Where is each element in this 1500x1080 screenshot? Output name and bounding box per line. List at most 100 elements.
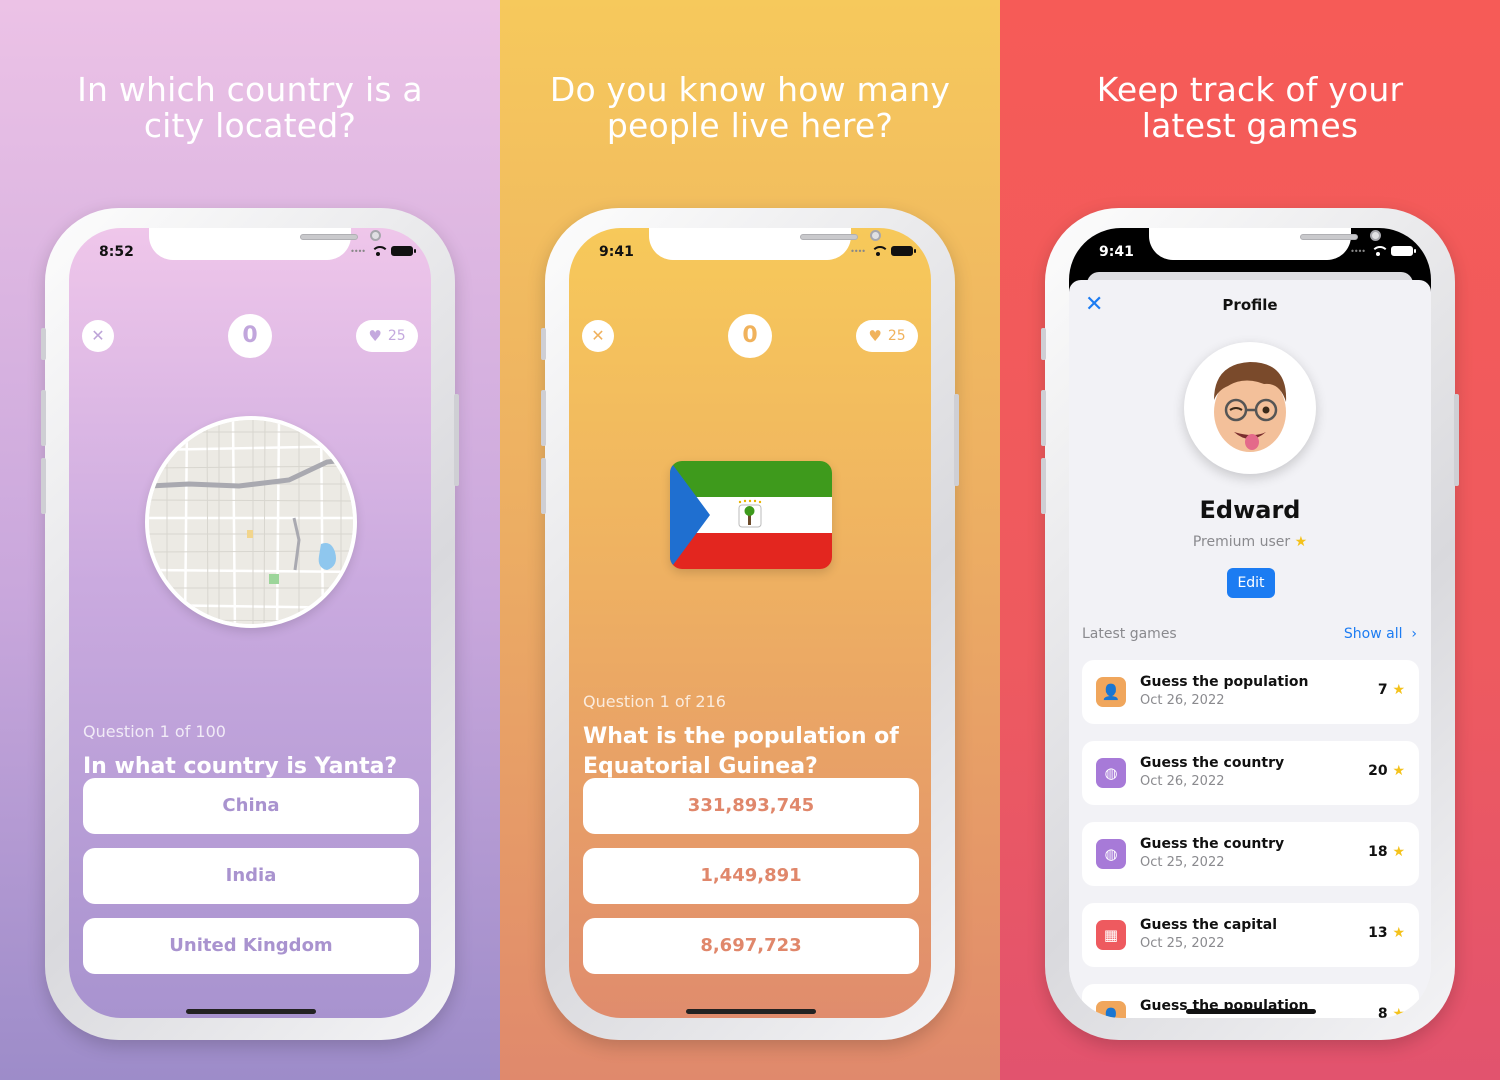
wifi-icon (371, 246, 389, 256)
answer-list: 331,893,745 1,449,891 8,697,723 (583, 778, 919, 988)
game-name: Guess the capital (1140, 917, 1278, 933)
sheet-title: Profile (1222, 296, 1278, 314)
show-all-link[interactable]: Show all › (1344, 626, 1417, 642)
home-indicator[interactable] (686, 1009, 816, 1014)
answer-button[interactable]: 1,449,891 (583, 848, 919, 904)
star-icon: ★ (1392, 763, 1405, 779)
game-row[interactable]: 👤 Guess the population Oct 26, 2022 7 ★ (1082, 660, 1419, 724)
profile-subtitle: Premium user ★ (1069, 534, 1431, 550)
game-date: Oct 25, 2022 (1140, 936, 1225, 951)
score-value: 20 (1368, 763, 1388, 779)
score-value: 7 (1377, 682, 1388, 698)
question-line-1: What is the population of (583, 724, 899, 749)
status-time: 9:41 (1099, 244, 1134, 260)
city-map (145, 416, 357, 628)
star-icon: ★ (1392, 925, 1405, 941)
game-row[interactable]: ◍ Guess the country Oct 25, 2022 18 ★ (1082, 822, 1419, 886)
headline: Keep track of your latest games (1000, 72, 1500, 144)
score-value: 18 (1368, 844, 1388, 860)
game-date: Oct 25, 2022 (1140, 855, 1225, 870)
battery-icon (1391, 246, 1416, 256)
signal-icon: •••• (350, 246, 366, 256)
power-button (1454, 394, 1459, 486)
headline-line-1: Do you know how many (549, 70, 951, 109)
headline: Do you know how many people live here? (500, 72, 1000, 144)
headline-line-1: In which country is a (77, 70, 423, 109)
game-score: 13 ★ (1368, 925, 1405, 941)
answer-button[interactable]: 8,697,723 (583, 918, 919, 974)
heart-icon: ♥ (368, 327, 382, 345)
answer-button[interactable]: China (83, 778, 419, 834)
status-icons: •••• (350, 246, 416, 256)
country-flag (670, 461, 832, 569)
phone-screen: 8:52 •••• ✕ 0 ♥ 25 Question 1 of 100 In … (69, 228, 431, 1018)
star-icon: ★ (1392, 844, 1405, 860)
speaker (300, 234, 358, 240)
phone-frame: 8:52 •••• ✕ 0 ♥ 25 Question 1 of 100 In … (41, 208, 459, 1040)
edit-button[interactable]: Edit (1227, 568, 1275, 598)
building-icon: ▦ (1096, 920, 1126, 950)
game-row[interactable]: ▦ Guess the capital Oct 25, 2022 13 ★ (1082, 903, 1419, 967)
map-streets (149, 420, 353, 624)
show-all-label: Show all (1343, 626, 1403, 642)
globe-icon: ◍ (1096, 839, 1126, 869)
headline-line-2: city located? (143, 106, 357, 145)
home-indicator[interactable] (1186, 1009, 1316, 1014)
status-time: 9:41 (599, 244, 634, 260)
wifi-icon (871, 246, 889, 256)
speaker (800, 234, 858, 240)
lives-badge: ♥ 25 (856, 320, 918, 352)
star-icon: ★ (1392, 1006, 1405, 1018)
close-button[interactable]: ✕ (582, 320, 614, 352)
mute-switch (541, 328, 546, 360)
globe-icon: ◍ (1096, 758, 1126, 788)
power-button (954, 394, 959, 486)
volume-down-button (41, 458, 46, 514)
panel-city-quiz: In which country is a city located? 8:52… (0, 0, 500, 1080)
score-badge: 0 (228, 314, 272, 358)
status-time: 8:52 (99, 244, 134, 260)
chevron-right-icon: › (1406, 626, 1417, 642)
question-number: Question 1 of 216 (583, 692, 726, 711)
game-name: Guess the country (1140, 836, 1285, 852)
signal-icon: •••• (1350, 246, 1366, 256)
camera (370, 230, 381, 241)
panel-population-quiz: Do you know how many people live here? 9… (500, 0, 1000, 1080)
volume-down-button (1041, 458, 1046, 514)
score-badge: 0 (728, 314, 772, 358)
game-name: Guess the country (1140, 755, 1285, 771)
profile-sheet: ✕ Profile Edward Premium user ★ Edit Lat… (1069, 280, 1431, 1018)
profile-name: Edward (1199, 496, 1301, 524)
lives-count: 25 (887, 328, 906, 344)
headline-line-1: Keep track of your (1096, 70, 1404, 109)
answer-button[interactable]: India (83, 848, 419, 904)
phone-screen: 9:41 •••• ✕ Profile Edward Premium user … (1069, 228, 1431, 1018)
headline: In which country is a city located? (0, 72, 500, 144)
game-score: 8 ★ (1378, 1006, 1405, 1018)
person-icon: 👤 (1096, 677, 1126, 707)
game-name: Guess the population (1140, 674, 1309, 690)
home-indicator[interactable] (186, 1009, 316, 1014)
game-row[interactable]: ◍ Guess the country Oct 26, 2022 20 ★ (1082, 741, 1419, 805)
quiz-top-bar: ✕ 0 ♥ 25 (569, 298, 931, 358)
lives-count: 25 (387, 328, 406, 344)
mute-switch (1041, 328, 1046, 360)
premium-label: Premium user (1192, 534, 1291, 550)
close-button[interactable]: ✕ (82, 320, 114, 352)
score-value: 13 (1368, 925, 1388, 941)
wifi-icon (1371, 246, 1389, 256)
answer-button[interactable]: 331,893,745 (583, 778, 919, 834)
answer-button[interactable]: United Kingdom (83, 918, 419, 974)
game-score: 18 ★ (1368, 844, 1405, 860)
status-icons: •••• (1350, 246, 1416, 256)
power-button (454, 394, 459, 486)
memoji-avatar-icon (1214, 362, 1287, 452)
phone-screen: 9:41 •••• ✕ 0 ♥ 25 Question 1 of 216 Wha… (569, 228, 931, 1018)
speaker (1300, 234, 1358, 240)
headline-line-2: people live here? (606, 106, 894, 145)
game-score: 20 ★ (1368, 763, 1405, 779)
camera (1370, 230, 1381, 241)
equatorial-guinea-flag (670, 461, 832, 569)
status-icons: •••• (850, 246, 916, 256)
notch (149, 228, 381, 260)
